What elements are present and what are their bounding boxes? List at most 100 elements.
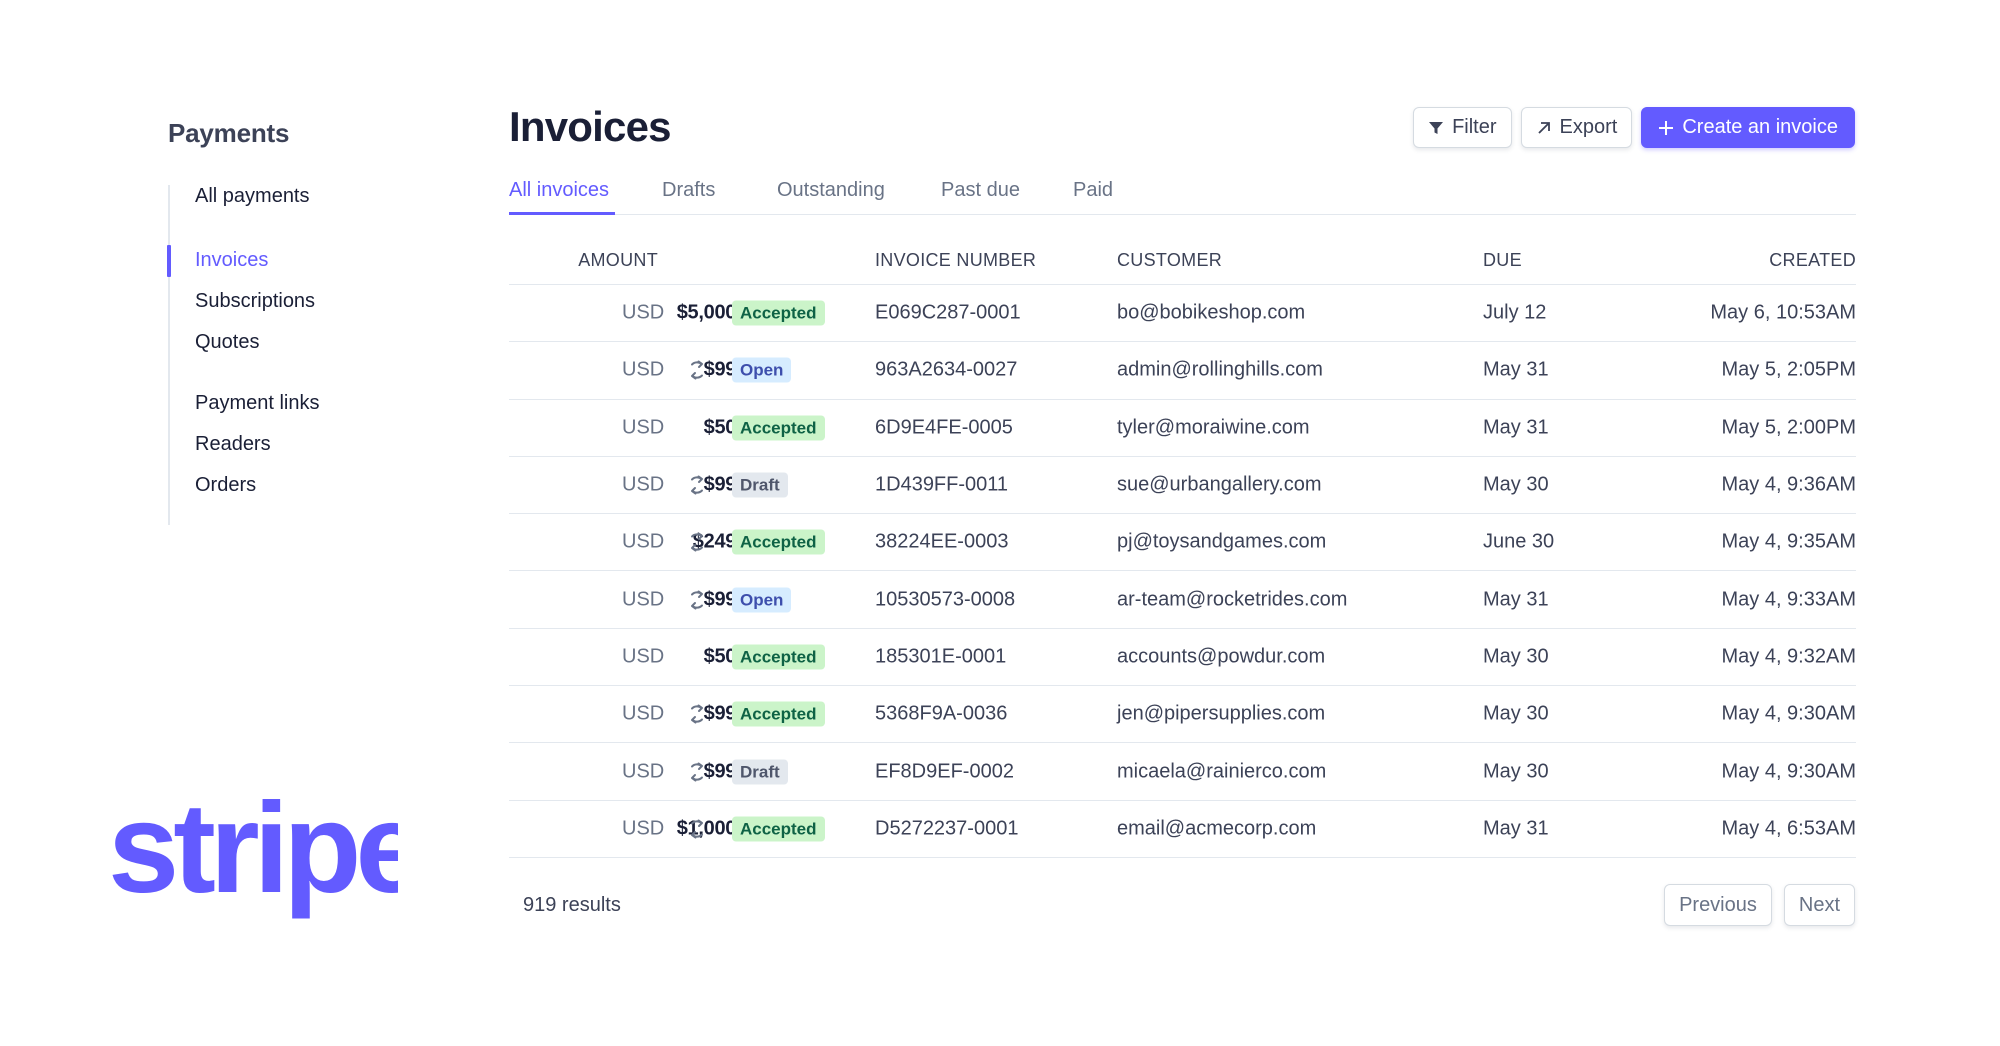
recurring-icon	[686, 818, 708, 840]
currency: USD	[622, 702, 665, 725]
status-badge: Draft	[732, 759, 788, 785]
created-date: May 4, 9:30AM	[1721, 760, 1856, 783]
due-date: May 31	[1483, 588, 1549, 611]
sidebar-active-indicator	[167, 245, 171, 277]
table-row[interactable]: $249.00 USD Accepted 38224EE-0003 pj@toysand…	[509, 514, 1856, 572]
invoice-number[interactable]: 1D439FF-0011	[875, 474, 1008, 497]
invoice-number[interactable]: 963A2634-0027	[875, 359, 1017, 382]
currency: USD	[622, 473, 665, 496]
table-row[interactable]: $1,000.00 USD Accepted D5272237-0001 email@a…	[509, 801, 1856, 858]
sidebar-item-payment-links[interactable]: Payment links	[195, 392, 320, 415]
invoice-number[interactable]: 5368F9A-0036	[875, 703, 1007, 726]
customer-email[interactable]: jen@pipersupplies.com	[1117, 703, 1325, 726]
results-count: 919 results	[523, 894, 621, 916]
customer-email[interactable]: admin@rollinghills.com	[1117, 359, 1323, 382]
status-badge: Open	[732, 357, 792, 383]
arrow-up-right-icon	[1536, 120, 1552, 136]
tab-drafts[interactable]: Drafts	[662, 179, 715, 202]
due-date: May 30	[1483, 473, 1549, 496]
export-button[interactable]: Export	[1520, 107, 1633, 148]
table-row[interactable]: $99.00USDAccepted5368F9A-0036jen@pipersu…	[509, 686, 1856, 744]
status-badge: Accepted	[732, 415, 825, 441]
status-badge: Accepted	[732, 300, 825, 326]
sidebar-item-orders[interactable]: Orders	[195, 474, 256, 497]
currency: USD	[622, 588, 665, 611]
invoice-number[interactable]: D5272237-0001	[875, 817, 1018, 840]
tab-outstanding[interactable]: Outstanding	[777, 179, 885, 202]
status-badge: Draft	[732, 472, 788, 498]
table-row[interactable]: $50.00USDAccepted6D9E4FE-0005tyler@morai…	[509, 400, 1856, 457]
column-header-customer[interactable]: CUSTOMER	[1117, 250, 1222, 271]
filter-label: Filter	[1452, 116, 1497, 138]
invoice-number[interactable]: 38224EE-0003	[875, 531, 1008, 554]
customer-email[interactable]: micaela@rainierco.com	[1117, 760, 1326, 783]
table-row[interactable]: $99.00USDOpen10530573-0008ar-team@rocket…	[509, 571, 1856, 629]
status-badge: Accepted	[732, 644, 825, 670]
create-invoice-button[interactable]: Create an invoice	[1641, 107, 1855, 148]
recurring-icon	[686, 359, 708, 381]
invoices-table: AMOUNT INVOICE NUMBER CUSTOMER DUE CREAT…	[509, 240, 1856, 858]
created-date: May 4, 9:30AM	[1721, 702, 1856, 725]
column-header-created[interactable]: CREATED	[1769, 250, 1856, 271]
due-date: May 31	[1483, 358, 1549, 381]
recurring-icon	[686, 589, 708, 611]
invoice-number[interactable]: 185301E-0001	[875, 645, 1006, 668]
column-header-amount[interactable]: AMOUNT	[578, 250, 658, 271]
customer-email[interactable]: bo@bobikeshop.com	[1117, 302, 1305, 325]
created-date: May 5, 2:05PM	[1721, 358, 1856, 381]
currency: USD	[622, 416, 665, 439]
table-row[interactable]: $99.00USDDraft1D439FF-0011sue@urbangalle…	[509, 457, 1856, 515]
customer-email[interactable]: ar-team@rocketrides.com	[1117, 588, 1347, 611]
table-row[interactable]: $99.00USDDraftEF8D9EF-0002micaela@rainie…	[509, 743, 1856, 801]
plus-icon	[1658, 120, 1674, 136]
header-actions: Filter Export Create an invoice	[1413, 107, 1855, 148]
sidebar-item-all-payments[interactable]: All payments	[195, 185, 310, 208]
tab-paid[interactable]: Paid	[1073, 179, 1113, 202]
invoice-number[interactable]: 10530573-0008	[875, 588, 1015, 611]
table-row[interactable]: $99.00USDOpen963A2634-0027admin@rollingh…	[509, 342, 1856, 400]
due-date: May 30	[1483, 702, 1549, 725]
invoice-number[interactable]: E069C287-0001	[875, 302, 1021, 325]
sidebar-title: Payments	[168, 118, 290, 148]
tab-all-invoices[interactable]: All invoices	[509, 179, 609, 202]
customer-email[interactable]: accounts@powdur.com	[1117, 645, 1325, 668]
created-date: May 4, 6:53AM	[1721, 817, 1856, 840]
customer-email[interactable]: tyler@moraiwine.com	[1117, 416, 1310, 439]
column-header-invoice-number[interactable]: INVOICE NUMBER	[875, 250, 1036, 271]
due-date: June 30	[1483, 530, 1555, 553]
currency: USD	[622, 301, 665, 324]
created-date: May 5, 2:00PM	[1721, 416, 1856, 439]
invoice-number[interactable]: EF8D9EF-0002	[875, 760, 1014, 783]
sidebar-item-invoices[interactable]: Invoices	[195, 249, 268, 272]
table-body: $5,000.00 USD Accepted E069C287-0001 bo@bobi…	[509, 285, 1856, 858]
status-badge: Accepted	[732, 701, 825, 727]
table-header: AMOUNT INVOICE NUMBER CUSTOMER DUE CREAT…	[509, 240, 1856, 285]
sidebar: Payments All payments Invoices Subscript…	[167, 118, 428, 525]
export-label: Export	[1559, 116, 1618, 138]
recurring-icon	[686, 703, 708, 725]
invoice-number[interactable]: 6D9E4FE-0005	[875, 416, 1013, 439]
previous-button[interactable]: Previous	[1664, 884, 1772, 926]
next-button[interactable]: Next	[1783, 884, 1855, 926]
due-date: May 30	[1483, 760, 1549, 783]
sidebar-item-quotes[interactable]: Quotes	[195, 331, 259, 354]
sidebar-item-subscriptions[interactable]: Subscriptions	[195, 290, 315, 313]
customer-email[interactable]: pj@toysandgames.com	[1117, 531, 1326, 554]
customer-email[interactable]: sue@urbangallery.com	[1117, 474, 1321, 497]
customer-email[interactable]: email@acmecorp.com	[1117, 817, 1316, 840]
page-title: Invoices	[509, 103, 671, 150]
table-row[interactable]: $50.00USDAccepted185301E-0001accounts@po…	[509, 629, 1856, 687]
due-date: July 12	[1483, 301, 1547, 324]
filter-button[interactable]: Filter	[1413, 107, 1512, 148]
column-header-due[interactable]: DUE	[1483, 250, 1522, 271]
status-badge: Accepted	[732, 816, 825, 842]
recurring-icon	[686, 474, 708, 496]
sidebar-item-readers[interactable]: Readers	[195, 433, 271, 456]
table-row[interactable]: $5,000.00 USD Accepted E069C287-0001 bo@bobi…	[509, 285, 1856, 343]
tab-past-due[interactable]: Past due	[941, 179, 1020, 202]
recurring-icon	[686, 761, 708, 783]
filter-icon	[1428, 120, 1444, 136]
due-date: May 31	[1483, 416, 1549, 439]
recurring-icon	[686, 531, 708, 553]
status-badge: Open	[732, 587, 792, 613]
